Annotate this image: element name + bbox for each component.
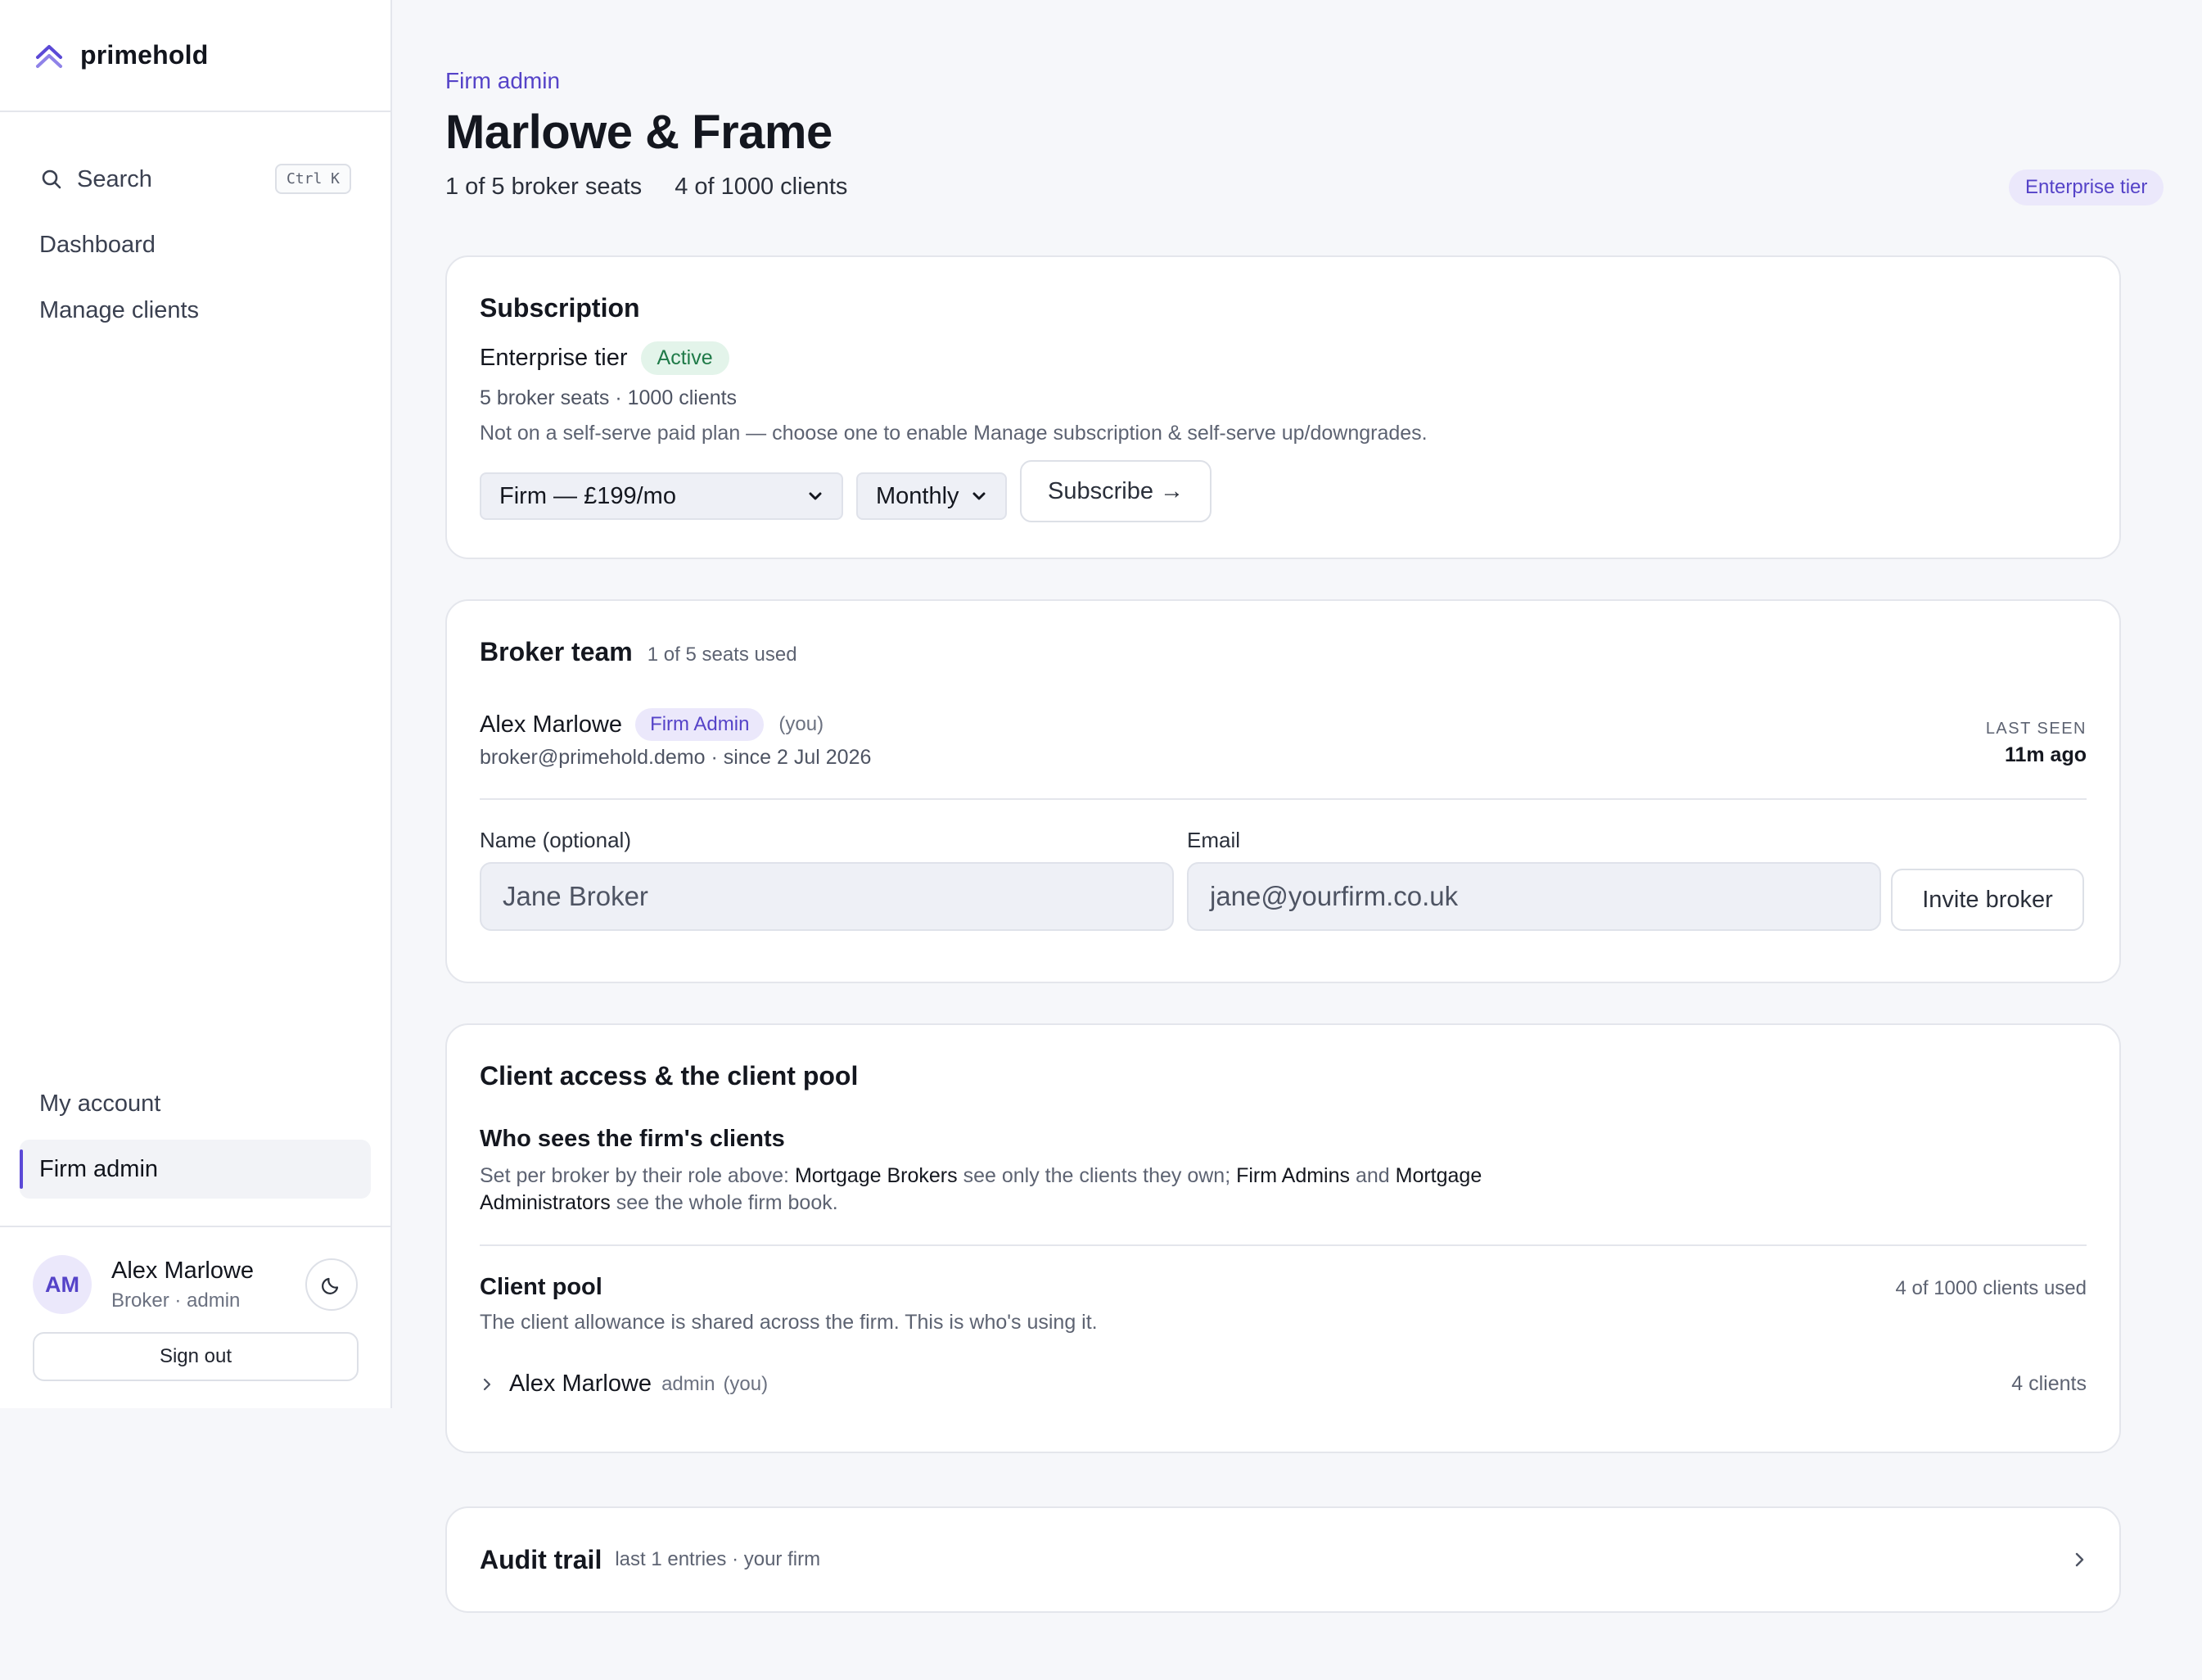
chevron-up-logo-icon — [36, 44, 62, 68]
name-input-placeholder: Jane Broker — [503, 881, 648, 911]
page-eyebrow: Firm admin — [445, 68, 561, 93]
main-nav: Search Ctrl K Dashboard Manage clients — [0, 112, 390, 340]
client-access-card: Client access & the client pool Who sees… — [445, 1023, 2121, 1453]
sidebar-item-my-account[interactable]: My account — [20, 1074, 371, 1133]
subscription-card: Subscription Enterprise tier Active 5 br… — [445, 255, 2121, 559]
name-input[interactable]: Jane Broker — [480, 862, 1174, 931]
moon-icon — [322, 1277, 339, 1294]
subscription-title: Subscription — [480, 293, 640, 323]
sidebar-item-label: Dashboard — [39, 231, 156, 258]
user-name: Alex Marlowe — [111, 1257, 255, 1284]
text-fragment: and — [1350, 1164, 1396, 1187]
text-fragment: see the whole firm book. — [610, 1191, 838, 1214]
chevron-down-icon — [809, 492, 822, 500]
subscribe-button[interactable]: Subscribe → — [1020, 460, 1212, 522]
audit-trail-subtitle: last 1 entries · your firm — [615, 1548, 821, 1570]
sidebar-item-label: Manage clients — [39, 296, 200, 323]
text-fragment: Set per broker by their role above: — [480, 1164, 795, 1187]
you-label: (you) — [723, 1372, 769, 1395]
subscription-limits: 5 broker seats · 1000 clients — [480, 386, 738, 409]
tier-badge: Enterprise tier — [2009, 169, 2164, 205]
subscription-tier: Enterprise tier — [480, 345, 628, 371]
page-title: Marlowe & Frame — [445, 106, 833, 159]
sidebar-item-dashboard[interactable]: Dashboard — [20, 215, 371, 274]
chevron-down-icon — [972, 492, 986, 500]
you-label: (you) — [778, 713, 824, 735]
plan-select[interactable]: Firm — £199/mo — [480, 472, 843, 520]
visibility-heading: Who sees the firm's clients — [480, 1126, 785, 1152]
plan-select-value: Firm — £199/mo — [499, 482, 676, 509]
pool-member-count: 4 clients — [2011, 1372, 2087, 1395]
billing-period-value: Monthly — [876, 482, 959, 509]
search-trigger[interactable]: Search Ctrl K — [20, 150, 371, 209]
client-pool-description: The client allowance is shared across th… — [480, 1311, 1098, 1334]
audit-trail-title: Audit trail — [480, 1544, 602, 1574]
sidebar: primehold Search Ctrl K Dashboard Manage… — [0, 0, 392, 1408]
team-member-row: Alex Marlowe Firm Admin (you) broker@pri… — [480, 708, 2087, 800]
client-pool-title: Client pool — [480, 1274, 602, 1300]
pool-member-role: admin — [661, 1372, 715, 1395]
invite-broker-button[interactable]: Invite broker — [1891, 869, 2084, 931]
status-badge: Active — [640, 341, 729, 375]
text-fragment: see only the clients they own; — [957, 1164, 1237, 1187]
client-pool-row[interactable]: Alex Marlowe admin (you) 4 clients — [480, 1371, 2087, 1398]
email-input-placeholder: jane@yourfirm.co.uk — [1210, 881, 1459, 911]
visibility-description: Set per broker by their role above: Mort… — [480, 1163, 1544, 1217]
email-field-label: Email — [1187, 828, 1241, 852]
member-name: Alex Marlowe — [480, 711, 623, 738]
sidebar-item-label: Firm admin — [39, 1155, 159, 1182]
sidebar-item-firm-admin[interactable]: Firm admin — [20, 1140, 371, 1199]
user-panel: AM Alex Marlowe Broker · admin Sign out — [0, 1226, 390, 1381]
search-label: Search — [77, 165, 152, 192]
seats-used: 1 of 5 seats used — [647, 644, 797, 666]
search-icon — [42, 169, 61, 189]
last-seen-label: LAST SEEN — [1985, 720, 2087, 738]
name-field-label: Name (optional) — [480, 828, 631, 852]
avatar: AM — [33, 1255, 92, 1314]
member-detail: broker@primehold.demo · since 2 Jul 2026 — [480, 746, 872, 769]
seats-summary: 1 of 5 broker seats — [445, 174, 643, 200]
pool-member-name: Alex Marlowe — [509, 1371, 652, 1397]
role-term: Firm Admins — [1236, 1164, 1351, 1187]
sidebar-item-manage-clients[interactable]: Manage clients — [20, 281, 371, 340]
firm-usage-summary: 1 of 5 broker seats 4 of 1000 clients — [445, 174, 847, 201]
subscription-note: Not on a self-serve paid plan — choose o… — [480, 422, 1428, 445]
broker-team-title: Broker team — [480, 637, 633, 666]
sidebar-bottom-nav: My account Firm admin — [0, 1074, 390, 1205]
chevron-right-icon — [2075, 1552, 2084, 1567]
email-input[interactable]: jane@yourfirm.co.uk — [1187, 862, 1881, 931]
sign-out-button[interactable]: Sign out — [33, 1332, 359, 1381]
audit-trail-card[interactable]: Audit trail last 1 entries · your firm — [445, 1506, 2121, 1613]
search-shortcut: Ctrl K — [274, 164, 351, 194]
divider — [480, 1244, 2087, 1246]
broker-team-card: Broker team 1 of 5 seats used Alex Marlo… — [445, 599, 2121, 983]
chevron-right-icon — [483, 1378, 491, 1390]
client-access-title: Client access & the client pool — [480, 1061, 859, 1091]
role-term: Mortgage Brokers — [794, 1164, 958, 1187]
client-pool-usage: 4 of 1000 clients used — [1895, 1277, 2087, 1299]
sidebar-item-label: My account — [39, 1090, 161, 1117]
clients-summary: 4 of 1000 clients — [675, 174, 848, 200]
brand-name: primehold — [80, 40, 209, 70]
brand[interactable]: primehold — [0, 0, 390, 112]
theme-toggle-button[interactable] — [305, 1258, 358, 1311]
billing-period-select[interactable]: Monthly — [856, 472, 1007, 520]
user-role: Broker · admin — [111, 1289, 241, 1312]
role-badge: Firm Admin — [635, 708, 765, 741]
last-seen-value: 11m ago — [2004, 743, 2087, 766]
